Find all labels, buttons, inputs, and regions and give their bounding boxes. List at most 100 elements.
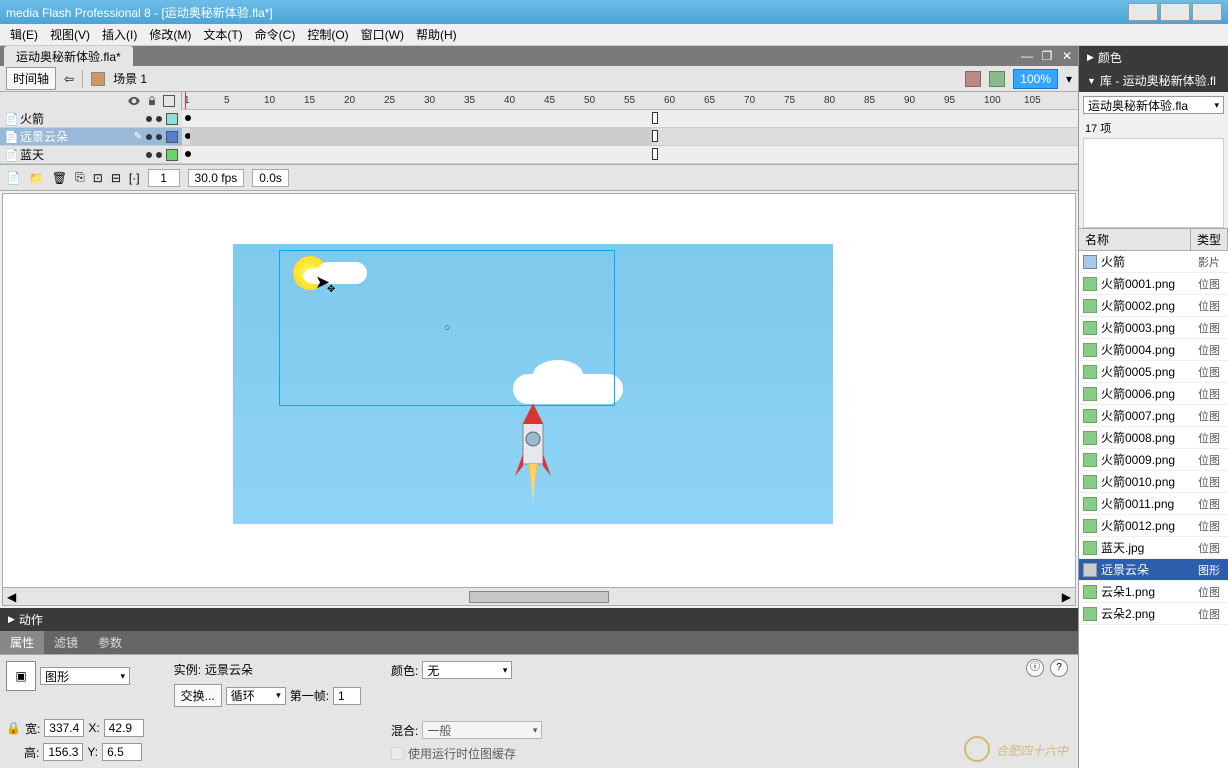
zoom-level[interactable]: 100% [1013,69,1058,89]
delete-layer-button[interactable]: 🗑 [52,171,67,185]
eye-icon[interactable] [127,94,141,108]
library-item[interactable]: 火箭0005.png位图 [1079,361,1228,383]
color-effect-select[interactable]: 无 [422,661,512,679]
layer-row[interactable]: 📄蓝天 [0,146,182,164]
y-input[interactable]: 6.5 [102,743,142,761]
timeline-ruler[interactable]: 1510152025303540455055606570758085909510… [182,92,1078,110]
tab-parameters[interactable]: 参数 [88,631,132,654]
color-panel-header[interactable]: 颜色 [1079,46,1228,69]
menu-help[interactable]: 帮助(H) [410,24,463,45]
document-tabs: 运动奥秘新体验.fla* — ❐ ✕ [0,46,1078,66]
doc-close-button[interactable]: ✕ [1060,49,1074,63]
library-item[interactable]: 火箭0012.png位图 [1079,515,1228,537]
menu-commands[interactable]: 命令(C) [249,24,302,45]
playhead[interactable] [185,92,186,110]
close-button[interactable] [1192,3,1222,21]
library-item[interactable]: 火箭0006.png位图 [1079,383,1228,405]
app-title: media Flash Professional 8 - [运动奥秘新体验.fl… [6,4,273,21]
loop-select[interactable]: 循环 [226,687,286,705]
first-frame-input[interactable]: 1 [333,687,361,705]
menu-view[interactable]: 视图(V) [44,24,96,45]
new-layer-button[interactable]: 📄 [6,171,21,185]
back-button[interactable]: ⇦ [64,72,74,86]
edit-scene-icon[interactable] [965,71,981,87]
bitmap-icon [1083,585,1097,599]
minimize-button[interactable] [1128,3,1158,21]
tab-filters[interactable]: 滤镜 [44,631,88,654]
x-input[interactable]: 42.9 [104,719,144,737]
bitmap-icon [1083,387,1097,401]
edit-multiple-button[interactable]: [·] [129,171,140,185]
library-item[interactable]: 火箭影片 [1079,251,1228,273]
frame-rate: 30.0 fps [188,169,245,187]
actions-panel-header[interactable]: 动作 [0,608,1078,631]
library-item[interactable]: 火箭0009.png位图 [1079,449,1228,471]
library-item[interactable]: 火箭0004.png位图 [1079,339,1228,361]
tab-properties[interactable]: 属性 [0,631,44,654]
library-header-type[interactable]: 类型 [1191,229,1228,250]
library-item[interactable]: 火箭0010.png位图 [1079,471,1228,493]
onion-skin-button[interactable]: ⊡ [93,171,103,185]
property-tabs: 属性 滤镜 参数 [0,631,1078,654]
zoom-dropdown-icon[interactable]: ▾ [1066,72,1072,86]
layer-row[interactable]: 📄远景云朵✎ [0,128,182,146]
menu-control[interactable]: 控制(O) [301,24,354,45]
bitmap-icon [1083,299,1097,313]
lock-icon[interactable] [147,96,157,106]
doc-minimize-button[interactable]: — [1020,49,1034,63]
menu-text[interactable]: 文本(T) [197,24,248,45]
swap-button[interactable]: 交换... [174,684,222,707]
library-item[interactable]: 火箭0011.png位图 [1079,493,1228,515]
properties-panel: ⓘ ? ▣ 图形 🔒 宽: 337.4 X: 42.9 [0,654,1078,768]
library-item[interactable]: 云朵2.png位图 [1079,603,1228,625]
library-panel-header[interactable]: 库 - 运动奥秘新体验.fl [1079,69,1228,92]
graphic-icon [1083,563,1097,577]
horizontal-scrollbar[interactable]: ◀▶ [3,587,1075,605]
instance-name: 远景云朵 [205,661,253,678]
library-header-name[interactable]: 名称 [1079,229,1191,250]
info-button[interactable]: ⓘ [1026,659,1044,677]
height-input[interactable]: 156.3 [43,743,83,761]
library-item[interactable]: 云朵1.png位图 [1079,581,1228,603]
library-file-select[interactable]: 运动奥秘新体验.fla [1083,96,1224,114]
symbol-type-select[interactable]: 图形 [40,667,130,685]
scene-name[interactable]: 场景 1 [113,70,147,87]
rocket-graphic [513,404,553,514]
stage-canvas[interactable]: ○ ➤✥ ◀▶ [2,193,1076,606]
outline-icon[interactable] [163,95,175,107]
menu-window[interactable]: 窗口(W) [355,24,410,45]
stage[interactable]: ○ ➤✥ [233,244,833,524]
maximize-button[interactable] [1160,3,1190,21]
new-folder-button[interactable]: 📁 [29,171,44,185]
menu-edit[interactable]: 辑(E) [4,24,44,45]
library-item[interactable]: 火箭0007.png位图 [1079,405,1228,427]
bitmap-icon [1083,607,1097,621]
watermark: 合肥四十六中 [964,735,1068,762]
bitmap-icon [1083,453,1097,467]
bitmap-icon [1083,409,1097,423]
layer-row[interactable]: 📄火箭 [0,110,182,128]
document-tab[interactable]: 运动奥秘新体验.fla* [4,46,133,67]
timeline-toggle-button[interactable]: 时间轴 [6,67,56,90]
center-frame-button[interactable]: ⎘ [75,170,85,185]
timeline-tracks[interactable] [182,110,1078,164]
edit-symbol-icon[interactable] [989,71,1005,87]
library-item[interactable]: 火箭0003.png位图 [1079,317,1228,339]
library-item[interactable]: 火箭0008.png位图 [1079,427,1228,449]
timeline-panel: 1510152025303540455055606570758085909510… [0,92,1078,191]
lock-wh-icon[interactable]: 🔒 [6,721,21,735]
blend-select: 一般 [422,721,542,739]
library-item[interactable]: 火箭0002.png位图 [1079,295,1228,317]
onion-outline-button[interactable]: ⊟ [111,171,121,185]
width-input[interactable]: 337.4 [44,719,84,737]
library-item[interactable]: 蓝天.jpg位图 [1079,537,1228,559]
document-toolbar: 时间轴 ⇦ 场景 1 100% ▾ [0,66,1078,92]
help-button[interactable]: ? [1050,659,1068,677]
library-list[interactable]: 火箭影片火箭0001.png位图火箭0002.png位图火箭0003.png位图… [1079,251,1228,768]
bitmap-icon [1083,541,1097,555]
doc-restore-button[interactable]: ❐ [1040,49,1054,63]
library-item[interactable]: 远景云朵图形 [1079,559,1228,581]
menu-modify[interactable]: 修改(M) [143,24,197,45]
menu-insert[interactable]: 插入(I) [96,24,143,45]
library-item[interactable]: 火箭0001.png位图 [1079,273,1228,295]
